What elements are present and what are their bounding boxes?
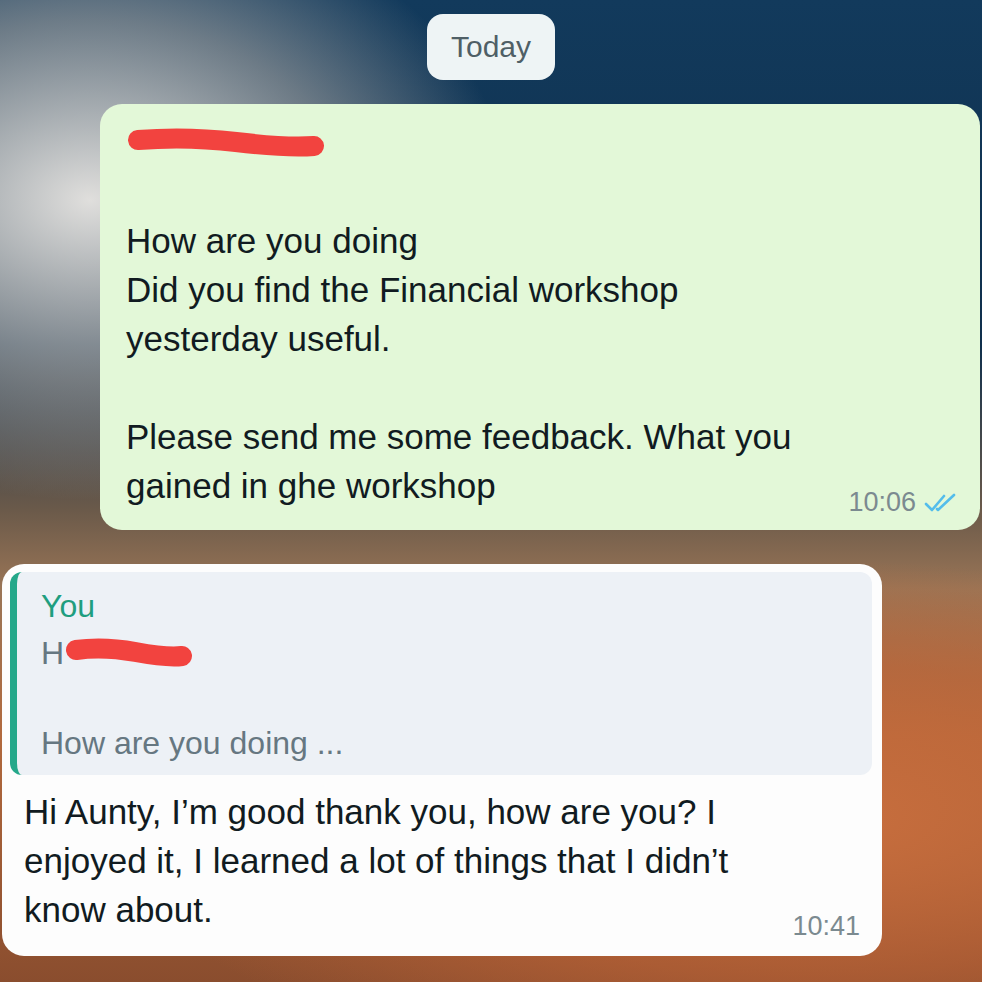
redaction-mark-icon [126, 126, 326, 160]
message-line: know about. [24, 885, 213, 934]
quote-redacted-line: H [41, 633, 848, 673]
message-meta: 10:06 [848, 487, 958, 518]
incoming-message[interactable]: You H How are you doing ... Hi Aunty, I’m g… [2, 564, 882, 956]
read-receipt-icon [924, 492, 958, 514]
outgoing-message[interactable]: How are you doingDid you find the Financ… [100, 104, 980, 530]
quote-preview: How are you doing ... [41, 723, 848, 763]
date-divider: Today [0, 0, 982, 80]
message-line: Hi Aunty, I’m good thank you, how are yo… [24, 787, 860, 836]
message-line: yesterday useful. [126, 314, 958, 363]
message-line: Please send me some feedback. What you [126, 412, 958, 461]
message-line: gained in ghe workshop [126, 461, 496, 510]
message-last-row: gained in ghe workshop10:06 [126, 461, 958, 510]
message-meta: 10:41 [792, 911, 860, 942]
message-last-row: know about.10:41 [24, 885, 860, 934]
message-line: enjoyed it, I learned a lot of things th… [24, 836, 860, 885]
quote-sender: You [41, 586, 848, 626]
message-body: Hi Aunty, I’m good thank you, how are yo… [10, 775, 872, 934]
date-pill: Today [427, 14, 555, 80]
message-time: 10:06 [848, 487, 916, 518]
message-time: 10:41 [792, 911, 860, 942]
message-line: How are you doing [126, 216, 958, 265]
quoted-message[interactable]: You H How are you doing ... [10, 572, 872, 775]
quote-visible-text: H [41, 635, 64, 672]
redaction-mark-icon [64, 636, 194, 670]
message-line: Did you find the Financial workshop [126, 265, 958, 314]
chat-screen: Today How are you doingDid you find the F… [0, 0, 982, 982]
redacted-line [126, 118, 958, 167]
